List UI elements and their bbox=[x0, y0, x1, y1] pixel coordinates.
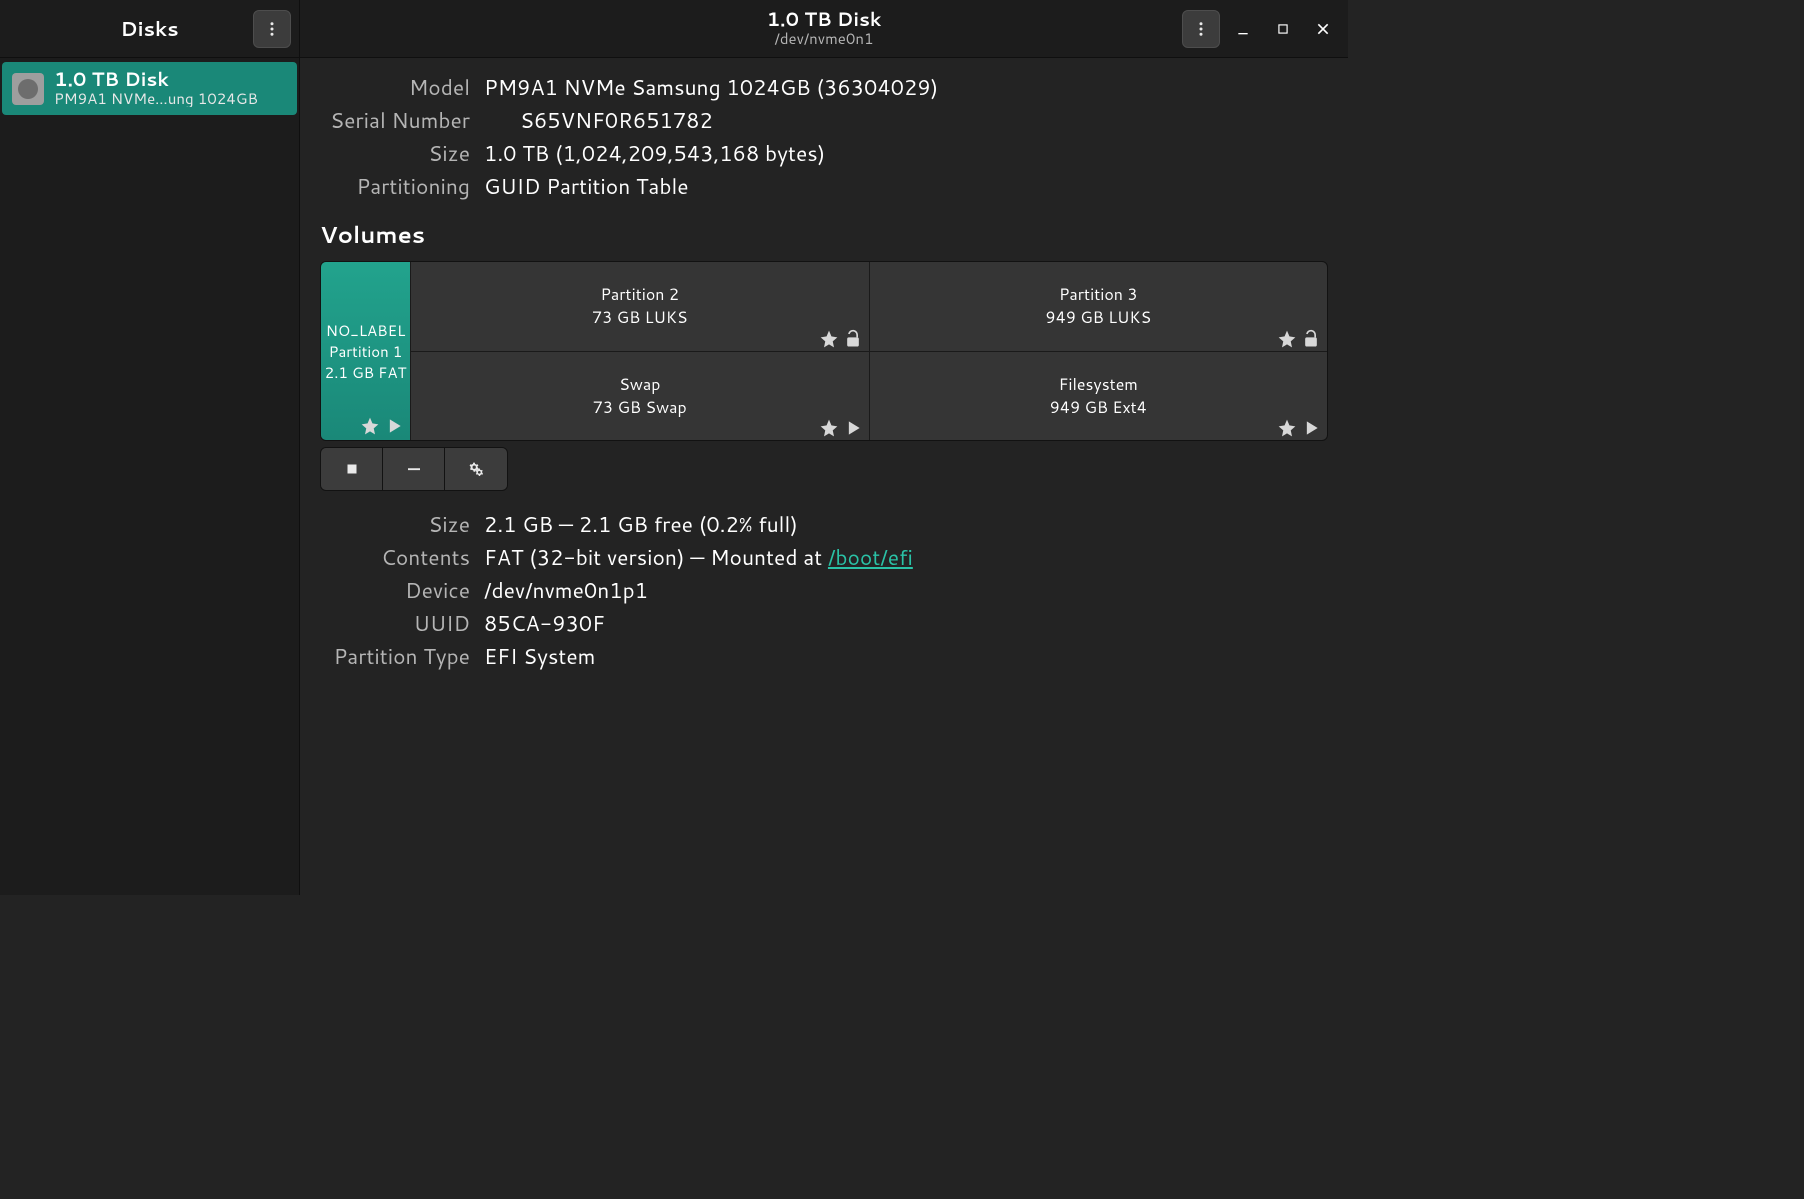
star-icon bbox=[1277, 418, 1297, 438]
sidebar-item-subtitle: PM9A1 NVMe…ung 1024GB bbox=[54, 91, 258, 108]
main-headerbar: 1.0 TB Disk /dev/nvme0n1 bbox=[300, 0, 1348, 58]
partition-2-desc: 73 GB LUKS bbox=[592, 306, 688, 329]
sidebar-menu-button[interactable] bbox=[253, 10, 291, 48]
stop-icon bbox=[343, 460, 361, 478]
minimize-icon bbox=[1235, 21, 1251, 37]
label-selected-size: Size bbox=[310, 509, 470, 539]
partition-1-label: NO_LABEL bbox=[326, 320, 406, 341]
mount-point-link[interactable]: /boot/efi bbox=[828, 542, 913, 572]
partition-2-inner-name: Swap bbox=[619, 373, 660, 396]
sidebar: 1.0 TB Disk PM9A1 NVMe…ung 1024GB bbox=[0, 58, 300, 895]
partition-2[interactable]: Partition 2 73 GB LUKS bbox=[411, 262, 869, 352]
delete-partition-button[interactable] bbox=[383, 448, 445, 490]
header-subtitle: /dev/nvme0n1 bbox=[775, 31, 874, 48]
label-contents: Contents bbox=[310, 542, 470, 572]
gears-icon bbox=[467, 460, 485, 478]
star-icon bbox=[360, 416, 380, 436]
play-icon bbox=[843, 418, 863, 438]
value-size: 1.0 TB (1,024,209,543,168 bytes) bbox=[484, 138, 1328, 168]
sidebar-item-title: 1.0 TB Disk bbox=[54, 70, 258, 91]
partition-3-column: Partition 3 949 GB LUKS Filesystem 949 G… bbox=[870, 262, 1328, 440]
main-content: Model PM9A1 NVMe Samsung 1024GB (3630402… bbox=[300, 58, 1348, 895]
value-serial: S65VNF0R651782 bbox=[484, 105, 1328, 135]
disk-icon bbox=[12, 73, 44, 105]
partition-3-inner[interactable]: Filesystem 949 GB Ext4 bbox=[870, 352, 1328, 441]
partition-2-inner-desc: 73 GB Swap bbox=[593, 396, 687, 419]
partition-3-inner-name: Filesystem bbox=[1059, 373, 1138, 396]
star-icon bbox=[1277, 329, 1297, 349]
unlock-icon bbox=[843, 329, 863, 349]
star-icon bbox=[819, 329, 839, 349]
unlock-icon bbox=[1301, 329, 1321, 349]
value-partitioning: GUID Partition Table bbox=[484, 171, 1328, 201]
label-size: Size bbox=[310, 138, 470, 168]
value-partition-type: EFI System bbox=[484, 641, 1328, 671]
window-maximize-button[interactable] bbox=[1266, 12, 1300, 46]
label-model: Model bbox=[310, 72, 470, 102]
partition-options-button[interactable] bbox=[445, 448, 507, 490]
partition-2-column: Partition 2 73 GB LUKS Swap 73 GB Swap bbox=[411, 262, 870, 440]
label-partition-type: Partition Type bbox=[310, 641, 470, 671]
drive-info: Model PM9A1 NVMe Samsung 1024GB (3630402… bbox=[300, 64, 1348, 205]
partition-3-name: Partition 3 bbox=[1059, 283, 1138, 306]
maximize-icon bbox=[1276, 22, 1290, 36]
more-vertical-icon bbox=[1192, 20, 1210, 38]
label-serial: Serial Number bbox=[310, 105, 470, 135]
partition-2-inner[interactable]: Swap 73 GB Swap bbox=[411, 352, 869, 441]
partition-1-desc: 2.1 GB FAT bbox=[325, 362, 407, 383]
minus-icon bbox=[405, 460, 423, 478]
label-device: Device bbox=[310, 575, 470, 605]
window-close-button[interactable] bbox=[1306, 12, 1340, 46]
partition-1[interactable]: NO_LABEL Partition 1 2.1 GB FAT bbox=[321, 262, 411, 440]
volumes-toolbar bbox=[320, 447, 508, 491]
label-uuid: UUID bbox=[310, 608, 470, 638]
value-contents: FAT (32-bit version) — Mounted at /boot/… bbox=[484, 542, 1328, 572]
value-device: /dev/nvme0n1p1 bbox=[484, 575, 1328, 605]
sidebar-title: Disks bbox=[120, 15, 178, 43]
window-minimize-button[interactable] bbox=[1226, 12, 1260, 46]
partition-3[interactable]: Partition 3 949 GB LUKS bbox=[870, 262, 1328, 352]
play-icon bbox=[384, 416, 404, 436]
value-model: PM9A1 NVMe Samsung 1024GB (36304029) bbox=[484, 72, 1328, 102]
value-uuid: 85CA-930F bbox=[484, 608, 1328, 638]
partition-1-name: Partition 1 bbox=[329, 341, 403, 362]
star-icon bbox=[819, 418, 839, 438]
partition-details: Size 2.1 GB — 2.1 GB free (0.2% full) Co… bbox=[300, 491, 1348, 675]
more-vertical-icon bbox=[263, 20, 281, 38]
drive-menu-button[interactable] bbox=[1182, 10, 1220, 48]
partition-3-desc: 949 GB LUKS bbox=[1045, 306, 1151, 329]
app-window: Disks 1.0 TB Disk /dev/nvme0n1 bbox=[0, 0, 1348, 895]
sidebar-headerbar: Disks bbox=[0, 0, 300, 58]
partition-3-inner-desc: 949 GB Ext4 bbox=[1050, 396, 1147, 419]
play-icon bbox=[1301, 418, 1321, 438]
volumes-heading: Volumes bbox=[300, 205, 1348, 261]
contents-prefix: FAT (32-bit version) — Mounted at bbox=[484, 542, 828, 572]
partition-2-name: Partition 2 bbox=[600, 283, 679, 306]
value-selected-size: 2.1 GB — 2.1 GB free (0.2% full) bbox=[484, 509, 1328, 539]
sidebar-item-disk[interactable]: 1.0 TB Disk PM9A1 NVMe…ung 1024GB bbox=[2, 62, 297, 115]
unmount-button[interactable] bbox=[321, 448, 383, 490]
close-icon bbox=[1315, 21, 1331, 37]
label-partitioning: Partitioning bbox=[310, 171, 470, 201]
volumes-diagram: NO_LABEL Partition 1 2.1 GB FAT Partitio… bbox=[320, 261, 1328, 441]
